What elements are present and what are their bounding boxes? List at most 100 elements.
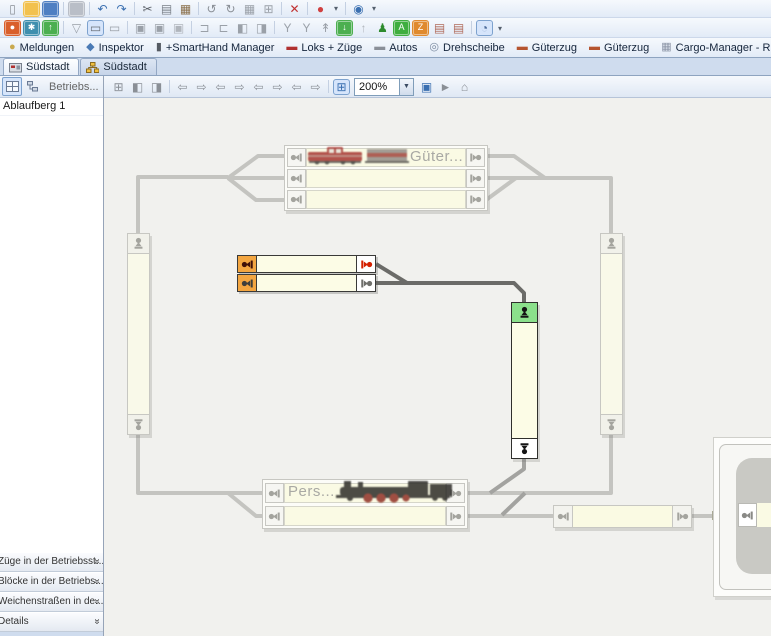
meldungen-button[interactable]: ●Meldungen — [4, 41, 79, 55]
loks-zuege-button[interactable]: ▬Loks + Züge — [281, 41, 367, 55]
arrow-left-4-icon[interactable]: ⇦ — [288, 79, 305, 95]
markers-dropdown[interactable]: ▾ — [331, 1, 341, 17]
toolbar1-overflow[interactable]: ▾ — [369, 1, 379, 17]
copy-icon[interactable]: ▤ — [158, 1, 175, 17]
clock-icon[interactable]: ◔ — [476, 20, 493, 36]
block-end-marker-icon[interactable] — [466, 190, 485, 209]
cargo-manager-button[interactable]: ▦Cargo-Manager - Runde 0 — [656, 41, 771, 55]
panel-small-icon[interactable]: ▭ — [106, 20, 123, 36]
connector-block[interactable] — [553, 505, 692, 528]
autos-button[interactable]: ▬Autos — [369, 41, 422, 55]
block-end-marker-icon[interactable] — [672, 506, 691, 527]
block-end-marker-icon[interactable] — [265, 506, 284, 526]
rotate-right-icon[interactable]: ↻ — [222, 1, 239, 17]
pointer-tool-icon[interactable]: ► — [437, 79, 454, 95]
track-diagram-canvas[interactable]: Güter... Pers... — [104, 98, 771, 636]
block-end-marker-icon[interactable] — [512, 438, 537, 458]
undo-icon[interactable]: ↶ — [94, 1, 111, 17]
arrow-right-3-icon[interactable]: ⇨ — [269, 79, 286, 95]
edit-grid-icon[interactable]: ▦ — [241, 1, 258, 17]
freeze-icon[interactable]: ✱ — [23, 20, 40, 36]
block-track[interactable] — [287, 169, 485, 188]
save-icon[interactable] — [42, 1, 59, 17]
signalbox-off-icon[interactable]: ▣ — [170, 20, 187, 36]
letter-z-icon[interactable]: Z — [412, 20, 429, 36]
hump-block-1[interactable] — [237, 255, 376, 273]
block-end-marker-icon[interactable] — [466, 169, 485, 188]
arrow-right-4-icon[interactable]: ⇨ — [307, 79, 324, 95]
conductor-icon[interactable]: ♟ — [374, 20, 391, 36]
arrow-right-2-icon[interactable]: ⇨ — [231, 79, 248, 95]
block-end-marker-icon[interactable] — [554, 506, 573, 527]
block-end-marker-icon[interactable] — [238, 275, 257, 291]
freight-train-label[interactable]: Güter... — [410, 148, 463, 165]
gueterzug-1-button[interactable]: ▬Güterzug — [512, 41, 582, 55]
red-stop-marker-icon[interactable] — [356, 256, 375, 272]
block-end-marker-icon[interactable] — [601, 414, 622, 434]
hump-block-2[interactable] — [237, 274, 376, 292]
block-end-marker-icon[interactable] — [128, 414, 149, 434]
east-siding-block[interactable] — [600, 233, 623, 435]
freight-train-image[interactable] — [307, 146, 409, 165]
stamp-delete-2-icon[interactable]: ▤ — [450, 20, 467, 36]
block-track[interactable] — [265, 506, 465, 526]
tab-suedstadt-schematic[interactable]: Südstadt — [80, 58, 156, 75]
clock-dropdown[interactable]: ▾ — [495, 21, 505, 37]
smarthand-manager-button[interactable]: ▮+SmartHand Manager — [151, 41, 280, 55]
online-icon[interactable]: ◉ — [350, 1, 367, 17]
zoom-dropdown-icon[interactable]: ▼ — [399, 79, 413, 95]
arrow-left-1-icon[interactable]: ⇦ — [174, 79, 191, 95]
block-editor-icon[interactable]: ▣ — [418, 79, 435, 95]
list-view-button[interactable] — [2, 77, 22, 96]
stamp-delete-1-icon[interactable]: ▤ — [431, 20, 448, 36]
block-end-marker-icon[interactable] — [265, 483, 284, 503]
block-end-marker-icon[interactable] — [287, 190, 306, 209]
block-entry-icon[interactable]: ◧ — [234, 20, 251, 36]
timer-icon[interactable]: ▽ — [68, 20, 85, 36]
factory-icon[interactable]: ⌂ — [456, 79, 473, 95]
power-icon[interactable]: ● — [4, 20, 21, 36]
rotate-left-icon[interactable]: ↺ — [203, 1, 220, 17]
block-end-marker-icon[interactable] — [128, 234, 149, 254]
route-switch-1-icon[interactable]: Y — [279, 20, 296, 36]
markers-icon[interactable]: ● — [312, 1, 329, 17]
arrow-left-3-icon[interactable]: ⇦ — [250, 79, 267, 95]
block-track[interactable] — [287, 190, 485, 209]
inspektor-button[interactable]: ◆Inspektor — [81, 41, 149, 55]
block-half-left-icon[interactable]: ◧ — [129, 79, 146, 95]
cut-icon[interactable]: ✂ — [139, 1, 156, 17]
block-end-marker-icon[interactable] — [287, 148, 306, 167]
collapse-chevron-icon[interactable]: » — [89, 579, 103, 585]
block-end-marker-icon[interactable] — [356, 275, 375, 291]
block-exit-icon[interactable]: ◨ — [253, 20, 270, 36]
list-item-ablaufberg[interactable]: Ablaufberg 1 — [0, 98, 103, 116]
letter-a-icon[interactable]: A — [393, 20, 410, 36]
print-icon[interactable] — [68, 1, 85, 17]
block-end-marker-icon[interactable] — [466, 148, 485, 167]
collapse-chevron-icon[interactable]: » — [89, 559, 103, 565]
block-end-marker-icon[interactable] — [287, 169, 306, 188]
west-siding-block[interactable] — [127, 233, 150, 435]
schematic-view-icon[interactable]: ⊞ — [333, 79, 350, 95]
loco-backward-icon[interactable]: ⊏ — [215, 20, 232, 36]
block-end-marker-icon[interactable] — [238, 256, 257, 272]
drehscheibe-button[interactable]: ◎Drehscheibe — [424, 41, 509, 55]
block-layout-icon[interactable]: ⊞ — [260, 1, 277, 17]
arrow-left-2-icon[interactable]: ⇦ — [212, 79, 229, 95]
paste-icon[interactable]: ▦ — [177, 1, 194, 17]
signalbox-2-icon[interactable]: ▣ — [151, 20, 168, 36]
block-end-marker-icon[interactable] — [601, 234, 622, 254]
couple-blocks-icon[interactable]: ⊞ — [110, 79, 127, 95]
upload-icon[interactable]: ↑ — [355, 20, 372, 36]
new-file-icon[interactable]: ▯ — [4, 1, 21, 17]
block-end-marker-icon[interactable] — [738, 503, 757, 527]
passenger-train-image[interactable] — [334, 479, 456, 503]
loco-forward-icon[interactable]: ⊐ — [196, 20, 213, 36]
block-end-marker-icon[interactable] — [446, 506, 465, 526]
route-switch-2-icon[interactable]: Y — [298, 20, 315, 36]
redo-icon[interactable]: ↷ — [113, 1, 130, 17]
block-half-right-icon[interactable]: ◨ — [148, 79, 165, 95]
passenger-train-label[interactable]: Pers... — [288, 483, 335, 500]
turntable[interactable] — [713, 437, 771, 597]
antenna-icon[interactable]: ↟ — [317, 20, 334, 36]
